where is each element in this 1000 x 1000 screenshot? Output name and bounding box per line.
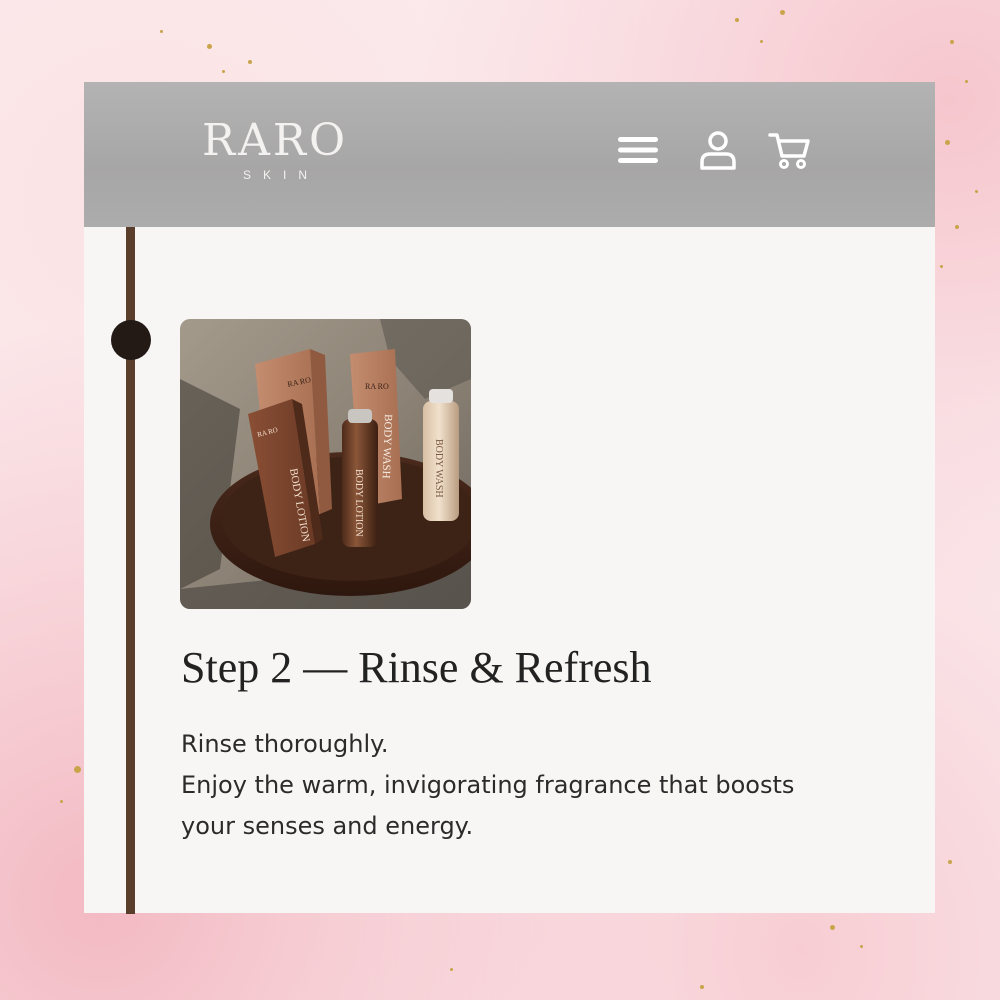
product-photo: RA RO RA RO BODY WASH RA RO BODY LOTION …: [180, 319, 471, 609]
step-description: Rinse thoroughly. Enjoy the warm, invigo…: [181, 724, 901, 847]
gold-glitter: [940, 265, 943, 268]
gold-glitter: [860, 945, 863, 948]
gold-glitter: [965, 80, 968, 83]
gold-glitter: [700, 985, 704, 989]
svg-text:BODY LOTION: BODY LOTION: [353, 469, 364, 537]
gold-glitter: [160, 30, 163, 33]
gold-glitter: [735, 18, 739, 22]
gold-glitter: [830, 925, 835, 930]
brand-name: RARO: [201, 115, 349, 166]
svg-text:BODY WASH: BODY WASH: [433, 439, 444, 498]
svg-text:RA RO: RA RO: [365, 382, 389, 391]
menu-icon[interactable]: [616, 128, 660, 172]
gold-glitter: [222, 70, 225, 73]
gold-glitter: [60, 800, 63, 803]
account-icon[interactable]: [696, 128, 740, 172]
gold-glitter: [207, 44, 212, 49]
gold-glitter: [248, 60, 252, 64]
brand-subtitle: SKIN: [242, 168, 319, 182]
step-line: Rinse thoroughly.: [181, 730, 389, 758]
site-header: RARO SKIN: [84, 82, 935, 227]
gold-glitter: [948, 860, 952, 864]
gold-glitter: [945, 140, 950, 145]
step-title: Step 2 — Rinse & Refresh: [181, 643, 652, 692]
brand-logo[interactable]: RARO SKIN: [180, 115, 370, 183]
gold-glitter: [950, 40, 954, 44]
gold-glitter: [975, 190, 978, 193]
gold-glitter: [450, 968, 453, 971]
gold-glitter: [74, 766, 81, 773]
step-line: your senses and energy.: [181, 812, 474, 840]
svg-text:BODY WASH: BODY WASH: [380, 414, 394, 479]
cart-icon[interactable]: [768, 128, 812, 172]
gold-glitter: [955, 225, 959, 229]
step-line: Enjoy the warm, invigorating fragrance t…: [181, 771, 795, 799]
gold-glitter: [780, 10, 785, 15]
timeline-step-marker: [111, 320, 151, 360]
gold-glitter: [760, 40, 763, 43]
